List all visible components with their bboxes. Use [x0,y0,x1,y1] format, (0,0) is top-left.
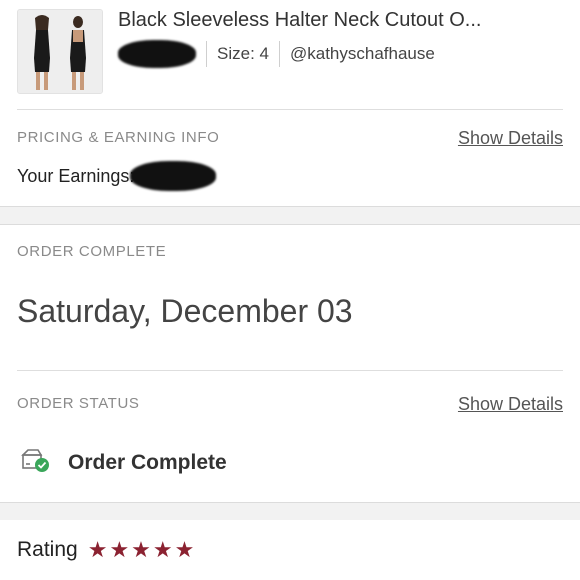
section-gap [0,502,580,521]
package-check-icon [20,447,50,478]
section-gap [0,206,580,225]
redacted-earnings [130,161,217,191]
order-status-text: Order Complete [68,450,227,474]
status-show-details-link[interactable]: Show Details [458,394,563,415]
item-size: Size: 4 [217,44,269,63]
earnings-label: Your Earnings: [17,165,135,186]
rating-label: Rating [17,538,78,561]
order-status-section: ORDER STATUS Show Details Order Complete [0,371,580,501]
pricing-section: PRICING & EARNING INFO Show Details Your… [0,110,580,205]
star-icon: ★ [131,536,151,562]
pricing-show-details-link[interactable]: Show Details [458,128,563,149]
status-row: Order Complete [20,447,227,478]
earnings-row: Your Earnings: [17,161,217,191]
item-title[interactable]: Black Sleeveless Halter Neck Cutout O... [118,9,568,32]
item-thumbnail[interactable] [17,9,103,94]
item-card[interactable]: Black Sleeveless Halter Neck Cutout O...… [0,0,580,108]
star-icon: ★ [152,536,173,562]
star-icon: ★ [174,536,195,562]
order-complete-label: ORDER COMPLETE [17,243,167,260]
redacted-price [118,40,196,68]
seller-handle[interactable]: @kathyschafhause [290,44,435,64]
rating-row: Rating ★★★★★ [17,538,196,562]
item-meta: Size: 4 @kathyschafhause [118,40,435,68]
order-complete-section: ORDER COMPLETE Saturday, December 03 [0,225,580,370]
meta-separator [206,41,207,67]
pricing-label: PRICING & EARNING INFO [17,129,220,146]
order-date: Saturday, December 03 [17,293,353,329]
rating-stars: ★★★★★ [87,536,197,562]
meta-separator [278,41,280,67]
order-status-label: ORDER STATUS [17,395,140,412]
star-icon: ★ [87,536,108,562]
rating-section: Rating ★★★★★ [0,520,580,580]
star-icon: ★ [109,536,130,562]
